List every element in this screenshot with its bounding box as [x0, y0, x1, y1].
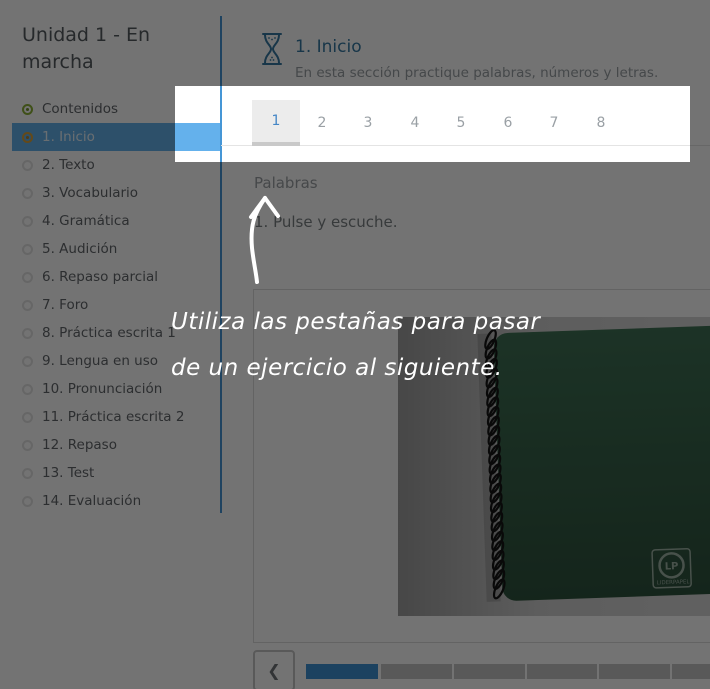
sidebar-item-label: 5. Audición: [42, 241, 117, 257]
status-todo-icon: [22, 216, 33, 227]
status-todo-icon: [22, 160, 33, 171]
status-todo-icon: [22, 384, 33, 395]
status-todo-icon: [22, 496, 33, 507]
chevron-left-icon: ❮: [267, 661, 280, 680]
tutorial-message-line1: Utiliza las pestañas para pasar: [171, 309, 540, 335]
tutorial-message-line2: de un ejercicio al siguiente.: [171, 355, 503, 381]
sidebar-item-label: 14. Evaluación: [42, 493, 141, 509]
progress-segment-5[interactable]: [599, 664, 670, 679]
sidebar-item-label: 3. Vocabulario: [42, 185, 138, 201]
status-todo-icon: [22, 356, 33, 367]
sidebar-item-label: 4. Gramática: [42, 213, 130, 229]
sidebar-item-label: 13. Test: [42, 465, 94, 481]
sidebar-item-test[interactable]: 13. Test: [12, 459, 221, 487]
previous-button[interactable]: ❮: [253, 650, 295, 689]
logo-monogram: LP: [665, 561, 679, 572]
status-todo-icon: [22, 412, 33, 423]
sidebar-item-label: 6. Repaso parcial: [42, 269, 158, 285]
status-todo-icon: [22, 328, 33, 339]
logo-text: LIDERPAPEL: [657, 579, 691, 586]
progress-segment-4[interactable]: [527, 664, 597, 679]
sidebar-item-repaso[interactable]: 12. Repaso: [12, 431, 221, 459]
status-todo-icon: [22, 468, 33, 479]
sidebar-item-label: 10. Pronunciación: [42, 381, 162, 397]
status-todo-icon: [22, 188, 33, 199]
sidebar-item-label: 11. Práctica escrita 2: [42, 409, 184, 425]
sidebar-item-audicion[interactable]: 5. Audición: [12, 235, 221, 263]
tutorial-spotlight: [175, 86, 690, 162]
section-title: 1. Inicio: [295, 37, 362, 57]
sidebar-item-label: 8. Práctica escrita 1: [42, 325, 176, 341]
progress-segment-3[interactable]: [454, 664, 525, 679]
sidebar-item-label: 12. Repaso: [42, 437, 117, 453]
sidebar-item-label: 2. Texto: [42, 157, 95, 173]
sidebar-item-label: 9. Lengua en uso: [42, 353, 158, 369]
progress-segment-2[interactable]: [381, 664, 452, 679]
tutorial-arrow-icon: [240, 190, 300, 290]
status-todo-icon: [22, 440, 33, 451]
status-todo-icon: [22, 300, 33, 311]
progress-segment-1[interactable]: [306, 664, 378, 679]
sidebar-item-practica-2[interactable]: 11. Práctica escrita 2: [12, 403, 221, 431]
sidebar-item-vocabulario[interactable]: 3. Vocabulario: [12, 179, 221, 207]
section-subtitle: En esta sección practique palabras, núme…: [295, 65, 658, 81]
notebook: LP LIDERPAPEL: [477, 320, 710, 601]
unit-title: Unidad 1 - En marcha: [22, 22, 200, 76]
sidebar-item-label: 7. Foro: [42, 297, 88, 313]
hourglass-icon: [258, 31, 286, 67]
status-done-icon: [22, 104, 33, 115]
status-current-icon: [22, 132, 33, 143]
sidebar-item-label: Contenidos: [42, 101, 118, 117]
sidebar-item-evaluacion[interactable]: 14. Evaluación: [12, 487, 221, 515]
sidebar-item-label: 1. Inicio: [42, 129, 95, 145]
sidebar-item-gramatica[interactable]: 4. Gramática: [12, 207, 221, 235]
status-todo-icon: [22, 244, 33, 255]
sidebar-item-repaso-parcial[interactable]: 6. Repaso parcial: [12, 263, 221, 291]
status-todo-icon: [22, 272, 33, 283]
course-page: Unidad 1 - En marcha Contenidos 1. Inici…: [0, 0, 710, 689]
progress-segment-6[interactable]: [672, 664, 710, 679]
